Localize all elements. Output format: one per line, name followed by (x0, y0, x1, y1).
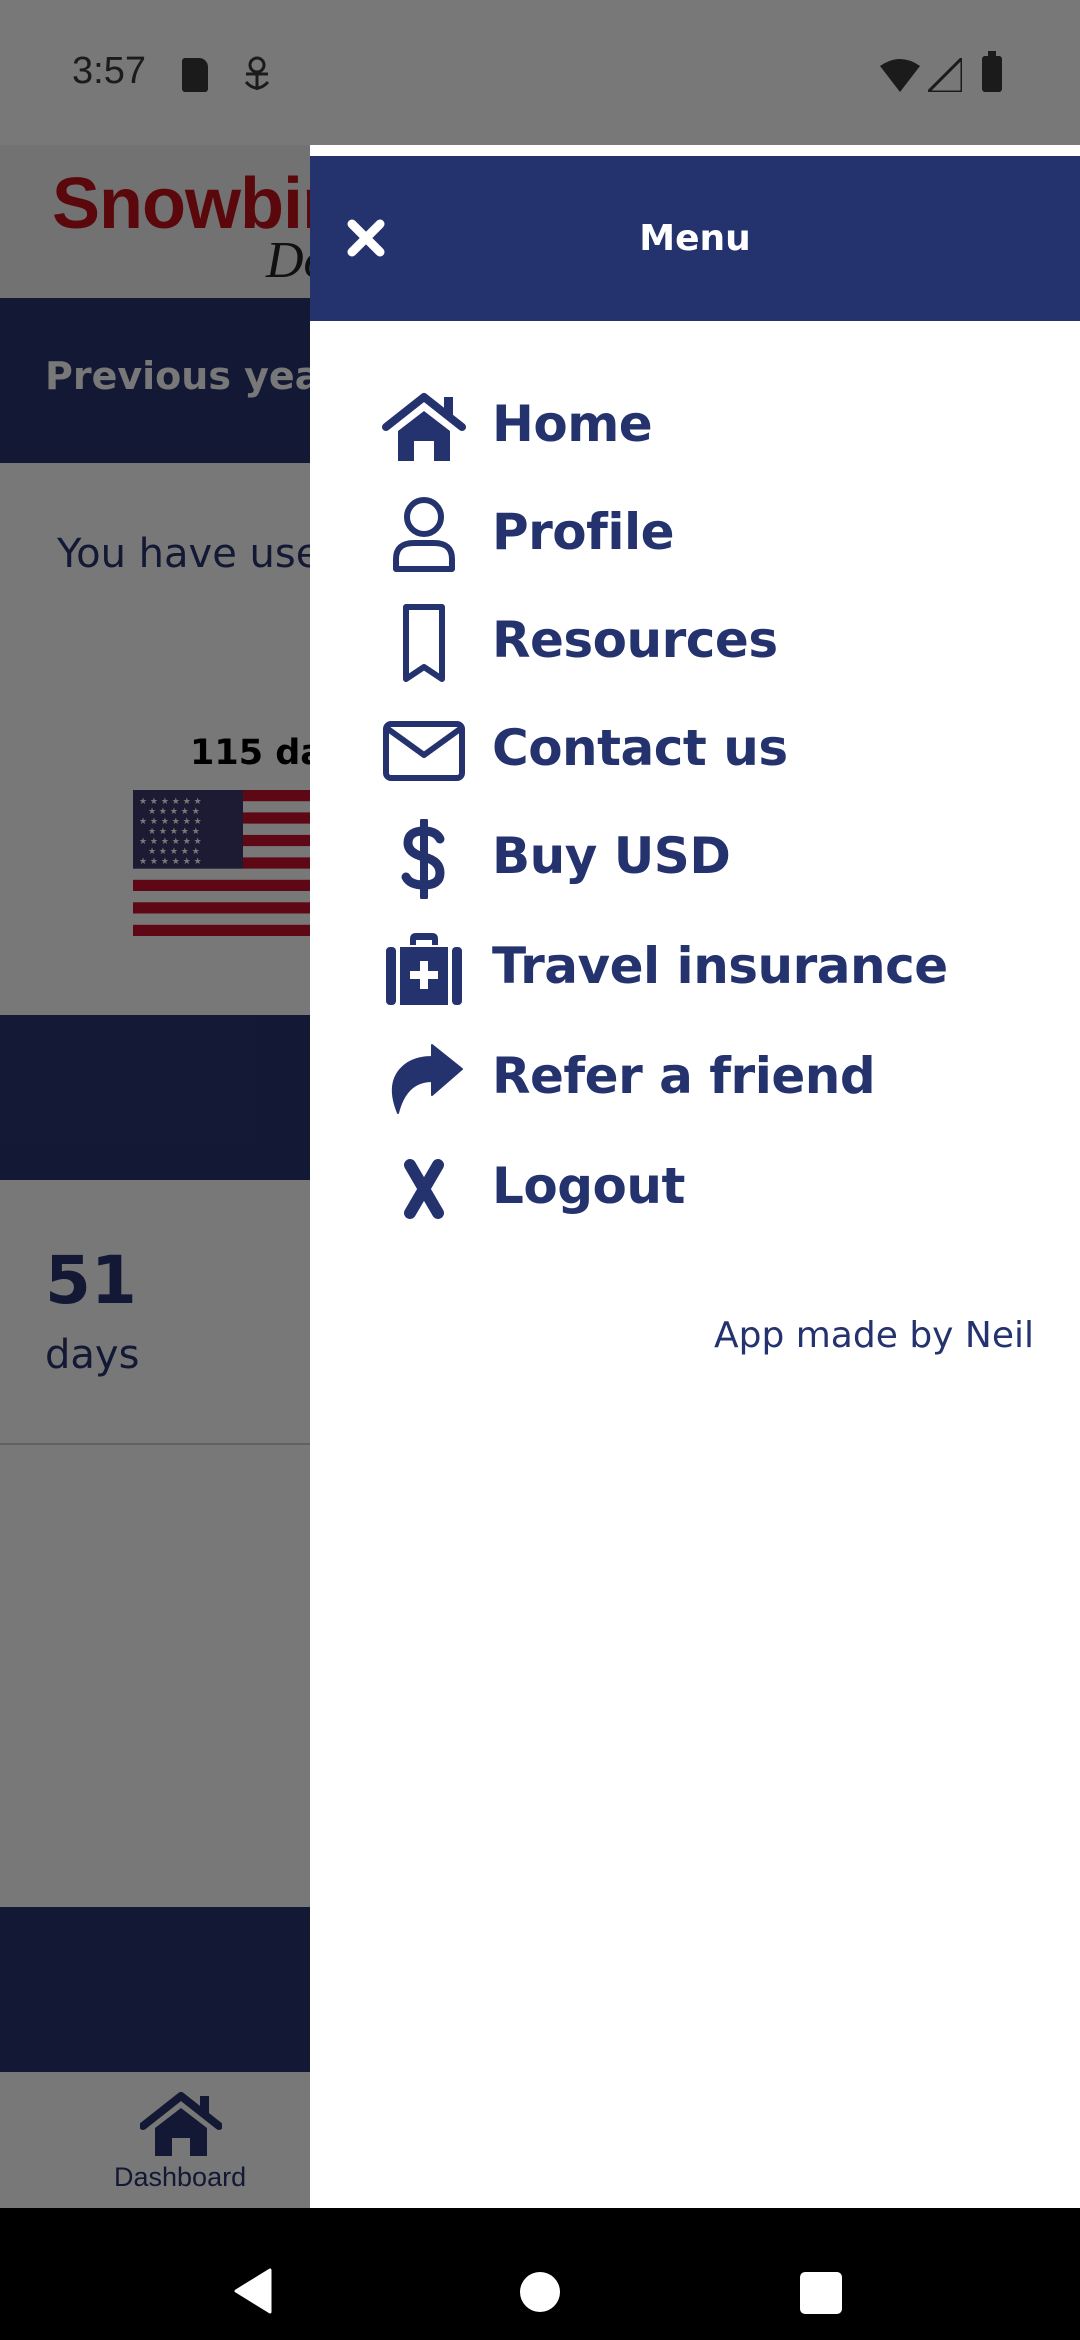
menu-item-label: Profile (492, 503, 675, 561)
close-icon (380, 1153, 468, 1225)
menu-item-travel-insurance[interactable]: Travel insurance (310, 933, 1080, 1005)
user-icon (380, 497, 468, 572)
envelope-icon (380, 715, 468, 787)
bookmark-icon (380, 604, 468, 682)
dollar-icon (380, 819, 468, 899)
navigation-drawer: Menu Home Profile Resources Contact us B… (310, 145, 1080, 2208)
menu-item-label: Buy USD (492, 827, 731, 885)
close-icon[interactable] (346, 218, 386, 258)
menu-item-label: Resources (492, 611, 778, 669)
menu-item-profile[interactable]: Profile (310, 497, 1080, 572)
menu-item-label: Contact us (492, 719, 788, 777)
drawer-title: Menu (639, 218, 751, 259)
menu-item-resources[interactable]: Resources (310, 604, 1080, 682)
home-button-icon[interactable] (520, 2272, 560, 2312)
home-icon (380, 391, 468, 463)
back-icon[interactable] (232, 2268, 272, 2314)
menu-item-refer-a-friend[interactable]: Refer a friend (310, 1043, 1080, 1115)
drawer-header: Menu (310, 156, 1080, 321)
recents-icon[interactable] (800, 2272, 842, 2314)
menu-item-logout[interactable]: Logout (310, 1153, 1080, 1225)
menu-item-contact-us[interactable]: Contact us (310, 715, 1080, 787)
menu-item-buy-usd[interactable]: Buy USD (310, 819, 1080, 899)
menu-item-label: Travel insurance (492, 937, 948, 995)
share-icon (380, 1043, 468, 1115)
medkit-icon (380, 933, 468, 1005)
menu-item-label: Home (492, 395, 653, 453)
system-nav-bar (0, 2208, 1080, 2340)
menu-item-label: Logout (492, 1157, 685, 1215)
app-credit: App made by Neil (713, 1315, 1034, 1356)
menu-item-home[interactable]: Home (310, 391, 1080, 463)
menu-item-label: Refer a friend (492, 1047, 876, 1105)
